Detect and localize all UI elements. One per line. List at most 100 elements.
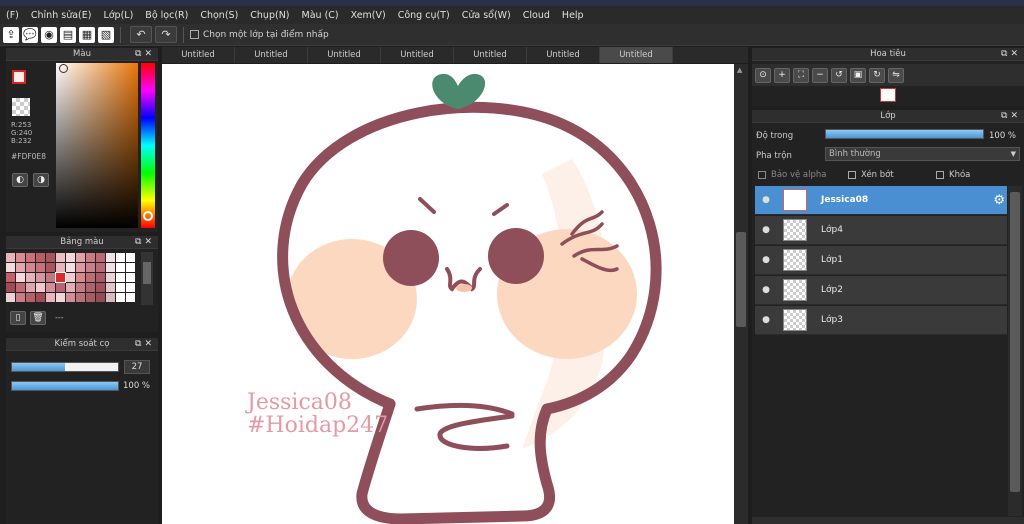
hue-slider[interactable] <box>141 63 155 228</box>
palette-swatch[interactable] <box>6 263 15 272</box>
rotate-left-icon[interactable]: ↺ <box>831 67 847 83</box>
tab-untitled-4[interactable]: Untitled <box>381 47 454 63</box>
saturation-value-picker[interactable] <box>56 63 138 228</box>
palette-swatch[interactable] <box>126 283 135 292</box>
palette-swatch[interactable] <box>76 283 85 292</box>
palette-swatch[interactable] <box>16 263 25 272</box>
share-icon[interactable]: ⇪ <box>3 26 19 43</box>
blend-mode-select[interactable]: Bình thường ▼ <box>825 147 1020 161</box>
menu-file[interactable]: (F) <box>0 10 25 21</box>
palette-swatch[interactable] <box>116 273 125 282</box>
actual-size-icon[interactable]: ▣ <box>850 67 866 83</box>
palette-swatch[interactable] <box>36 273 45 282</box>
lock-toggle[interactable]: Khóa <box>936 170 970 180</box>
palette-swatch[interactable] <box>36 253 45 262</box>
checkbox-icon[interactable] <box>936 171 944 179</box>
palette-swatch[interactable] <box>16 253 25 262</box>
palette-swatch[interactable] <box>86 283 95 292</box>
palette-swatch[interactable] <box>46 293 55 302</box>
document-icon[interactable]: ▤ <box>60 26 76 43</box>
palette-swatch[interactable] <box>96 293 105 302</box>
brush-size-slider[interactable] <box>11 362 119 372</box>
palette-swatch[interactable] <box>56 283 65 292</box>
undo-icon[interactable]: ↶ <box>130 26 152 43</box>
palette-swatch[interactable] <box>76 273 85 282</box>
palette-swatch[interactable] <box>36 263 45 272</box>
palette-swatch[interactable] <box>116 283 125 292</box>
palette-swatch[interactable] <box>26 283 35 292</box>
rotate-right-icon[interactable]: ↻ <box>869 67 885 83</box>
tab-untitled-3[interactable]: Untitled <box>308 47 381 63</box>
gear-icon[interactable]: ⚙ <box>993 193 1005 208</box>
palette-swatch[interactable] <box>46 263 55 272</box>
palette-swatch[interactable] <box>6 253 15 262</box>
palette-swatch[interactable] <box>16 283 25 292</box>
palette-scroll-thumb[interactable] <box>143 262 151 284</box>
layer-row-lop2[interactable]: ● Lớp2 <box>755 276 1007 305</box>
protect-alpha-toggle[interactable]: Bảo vệ alpha <box>758 170 826 180</box>
palette-swatch[interactable] <box>116 293 125 302</box>
tab-untitled-2[interactable]: Untitled <box>235 47 308 63</box>
layer-scroll-thumb[interactable] <box>1010 192 1020 492</box>
tab-untitled-active[interactable]: Untitled <box>600 47 673 63</box>
checkbox-icon[interactable] <box>190 30 199 39</box>
palette-swatch[interactable] <box>76 263 85 272</box>
visibility-eye-icon[interactable]: ● <box>759 315 773 325</box>
menu-select[interactable]: Chọn(S) <box>194 10 244 21</box>
palette-swatch[interactable] <box>66 283 75 292</box>
palette-swatch[interactable] <box>16 273 25 282</box>
palette-swatch[interactable] <box>86 293 95 302</box>
palette-swatch[interactable] <box>56 253 65 262</box>
menu-filter[interactable]: Bộ lọc(R) <box>139 10 194 21</box>
flip-icon[interactable]: ⇋ <box>888 67 904 83</box>
menu-tools[interactable]: Công cụ(T) <box>392 10 456 21</box>
scroll-up-arrow[interactable]: ▲ <box>737 66 742 74</box>
palette-swatch[interactable] <box>116 253 125 262</box>
palette-swatch[interactable] <box>26 263 35 272</box>
palette-swatch[interactable] <box>46 273 55 282</box>
layer-row-lop3[interactable]: ● Lớp3 <box>755 306 1007 335</box>
checkbox-icon[interactable] <box>758 171 766 179</box>
layers-grid-icon[interactable]: ▦ <box>79 26 95 43</box>
menu-window[interactable]: Cửa sổ(W) <box>456 10 517 21</box>
layer-row-lop4[interactable]: ● Lớp4 <box>755 216 1007 245</box>
palette-swatch[interactable] <box>106 253 115 262</box>
hue-cursor[interactable] <box>143 211 153 221</box>
material-icon[interactable]: ▧ <box>98 26 114 43</box>
palette-swatch[interactable] <box>126 293 135 302</box>
palette-settings-icon[interactable]: ◑ <box>33 173 49 187</box>
menu-cloud[interactable]: Cloud <box>517 10 556 21</box>
menu-help[interactable]: Help <box>556 10 590 21</box>
layer-list-scrollbar[interactable] <box>1008 186 1022 516</box>
transparent-color-swatch[interactable] <box>12 98 30 116</box>
palette-swatch[interactable] <box>106 273 115 282</box>
palette-swatch[interactable] <box>86 273 95 282</box>
canvas-scroll-thumb[interactable] <box>736 232 746 327</box>
palette-swatch[interactable] <box>66 263 75 272</box>
palette-swatch[interactable] <box>26 253 35 262</box>
palette-swatch[interactable] <box>55 272 66 283</box>
palette-swatch[interactable] <box>26 273 35 282</box>
panel-controls[interactable]: ⧉✕ <box>135 48 155 61</box>
panel-controls[interactable]: ⧉✕ <box>135 338 155 351</box>
comment-icon[interactable]: 💬 <box>22 26 38 43</box>
select-layer-on-click-toggle[interactable]: Chọn một lớp tại điểm nhấp <box>190 30 329 40</box>
palette-swatch[interactable] <box>46 253 55 262</box>
palette-swatch[interactable] <box>26 293 35 302</box>
palette-swatch[interactable] <box>76 293 85 302</box>
menu-edit[interactable]: Chỉnh sửa(E) <box>25 10 98 21</box>
palette-swatch[interactable] <box>126 273 135 282</box>
menu-capture[interactable]: Chụp(N) <box>244 10 295 21</box>
menu-color[interactable]: Màu (C) <box>296 10 345 21</box>
layer-row-lop1[interactable]: ● Lớp1 <box>755 246 1007 275</box>
color-picker-cursor[interactable] <box>59 64 68 73</box>
layer-opacity-slider[interactable] <box>825 129 984 139</box>
fit-screen-icon[interactable]: ⛶ <box>793 67 809 83</box>
new-palette-icon[interactable]: ▯ <box>10 311 26 325</box>
palette-swatch[interactable] <box>116 263 125 272</box>
palette-swatch[interactable] <box>96 273 105 282</box>
drawing-canvas[interactable]: Jessica08 #Hoidap247 <box>162 64 734 524</box>
zoom-in-icon[interactable]: + <box>774 67 790 83</box>
palette-swatch[interactable] <box>86 253 95 262</box>
visibility-eye-icon[interactable]: ● <box>759 225 773 235</box>
